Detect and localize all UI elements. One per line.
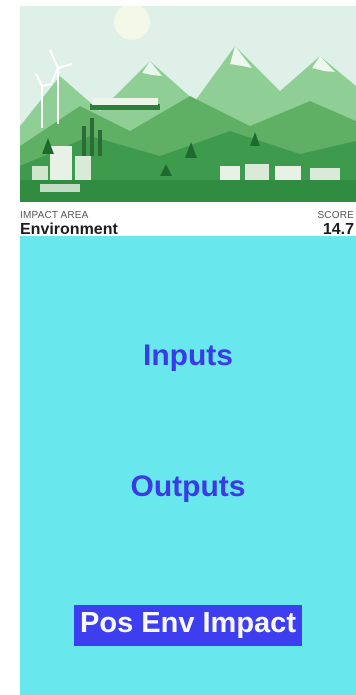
impact-row: Pos Env Impact xyxy=(20,605,356,646)
impact-panel: Inputs Outputs Pos Env Impact xyxy=(20,236,356,695)
inputs-link[interactable]: Inputs xyxy=(20,339,356,373)
impact-summary: IMPACT AREA Environment SCORE 14.7 xyxy=(20,202,356,238)
score-label: SCORE xyxy=(317,210,354,221)
pos-env-impact-link[interactable]: Pos Env Impact xyxy=(74,605,302,646)
impact-area-label: IMPACT AREA xyxy=(20,210,89,221)
environment-illustration xyxy=(20,6,356,202)
impact-card: IMPACT AREA Environment SCORE 14.7 Input… xyxy=(20,0,356,695)
outputs-link[interactable]: Outputs xyxy=(20,470,356,504)
